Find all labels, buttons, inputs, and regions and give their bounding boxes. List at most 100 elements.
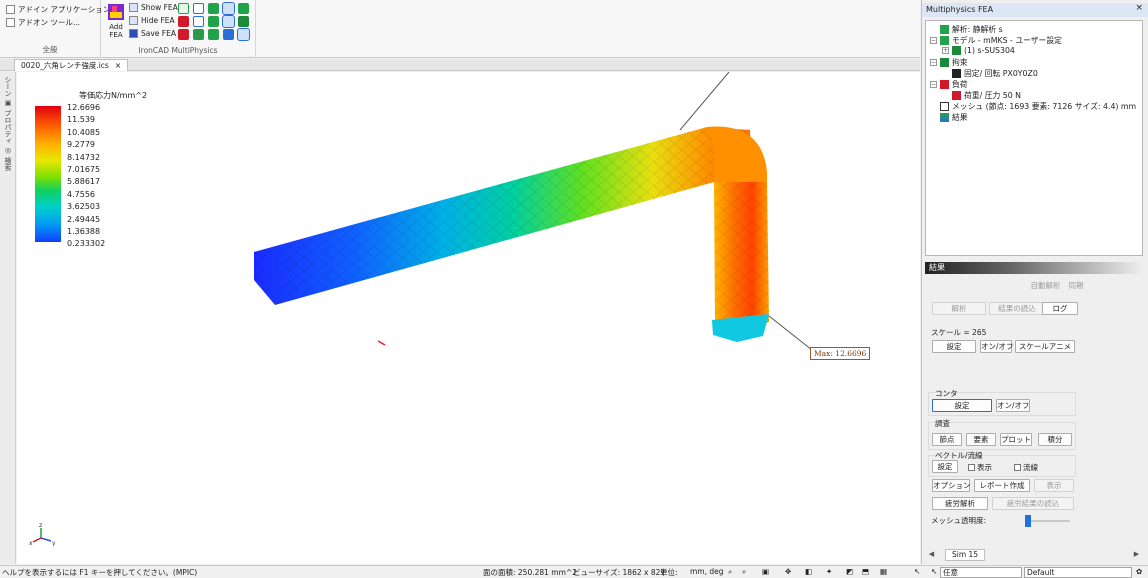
light-icon[interactable]: ✦ (826, 567, 832, 576)
analysis-tree[interactable]: 解析: 静解析 s − モデル - mMKS - ユーザー設定 + (1) s-… (925, 20, 1143, 256)
add-fea-button[interactable]: Add FEA (105, 3, 127, 39)
mesh-transparency-slider-track (1030, 520, 1070, 522)
section-view-icon[interactable]: ⬒ (862, 567, 869, 576)
close-icon[interactable]: × (1135, 3, 1143, 13)
hide-fea-button[interactable]: Hide FEA (129, 16, 175, 25)
selection-mode-select[interactable]: 任意 (940, 567, 1022, 578)
elements-button[interactable]: 要素 (966, 433, 996, 446)
fatigue-button[interactable]: 疲労解析 (932, 497, 988, 510)
auto-analysis-button[interactable]: 自動解析 (1027, 280, 1064, 293)
tree-node-mesh[interactable]: メッシュ (節点: 1693 要素: 7126 サイズ: 4.4) mm (940, 101, 1136, 112)
top-leader-line (679, 72, 730, 131)
integral-button[interactable]: 積分 (1038, 433, 1072, 446)
scale-anim-button[interactable]: スケールアニメ (1015, 340, 1075, 353)
collapse-icon[interactable]: − (930, 81, 937, 88)
tree-node-loads[interactable]: − 負荷 (930, 79, 968, 90)
shading-icon[interactable]: ◩ (846, 567, 853, 576)
expand-icon[interactable]: + (942, 47, 949, 54)
legend-value: 9.2779 (67, 140, 95, 150)
save-fea-button[interactable]: Save FEA (129, 29, 176, 38)
display-mode-icon[interactable]: ◧ (805, 567, 812, 576)
section-icon[interactable] (222, 15, 235, 28)
mesh-transparency-slider[interactable] (1025, 515, 1031, 527)
scale-onoff-button[interactable]: オン/オフ (980, 340, 1014, 353)
solid-view-icon[interactable] (193, 3, 204, 14)
style-select[interactable]: Default (1024, 567, 1132, 578)
status-units-value: mm, deg (690, 567, 724, 576)
pressure-icon (952, 91, 961, 100)
show-fea-button[interactable]: Show FEA (129, 3, 178, 12)
select-icon[interactable]: ↖ (931, 567, 937, 576)
view-icon[interactable] (223, 29, 234, 40)
tree-node-analysis[interactable]: 解析: 静解析 s (940, 24, 1003, 35)
document-tab[interactable]: 0020_六角レンチ強度.ics × (14, 59, 129, 71)
material-icon (952, 46, 961, 55)
analyze-button[interactable]: 解析 (932, 302, 986, 315)
material-icon[interactable] (208, 16, 219, 27)
tree-node-results[interactable]: 結果 (940, 112, 968, 123)
tree-node-model[interactable]: − モデル - mMKS - ユーザー設定 (930, 35, 1062, 46)
streamline-checkbox-label: 流線 (1023, 463, 1038, 472)
panel-title: Multiphysics FEA (922, 3, 1148, 17)
load-results-button[interactable]: 結果の読込 (989, 302, 1045, 315)
result-view-icon[interactable] (238, 3, 249, 14)
hide-fea-label: Hide FEA (141, 16, 175, 25)
deform-view-icon[interactable] (208, 3, 219, 14)
load-icon[interactable] (178, 16, 189, 27)
axis-x-label: x (29, 540, 33, 546)
zoom-out-icon[interactable]: ⌕ (742, 567, 746, 577)
tree-node-fixed[interactable]: 固定/ 回転 PX0Y0Z0 (952, 68, 1038, 79)
sim-tab[interactable]: Sim 15 (945, 549, 986, 561)
options-button[interactable]: オプション (932, 479, 971, 492)
view-orient-icon[interactable]: ▣ (762, 567, 769, 576)
legend-value: 8.14732 (67, 152, 101, 162)
render-icon[interactable] (237, 28, 250, 41)
cube-view-icon[interactable]: ▦ (880, 567, 887, 576)
display-checkbox-box[interactable] (968, 464, 975, 471)
max-stress-label: Max: 12.6696 (810, 347, 871, 360)
contour-onoff-button[interactable]: オン/オフ (996, 399, 1030, 412)
log-button[interactable]: ログ (1042, 302, 1078, 315)
settings-icon[interactable]: ✿ (1136, 567, 1142, 576)
pan-icon[interactable]: ✥ (785, 567, 791, 576)
contour-view-icon[interactable] (222, 2, 235, 15)
3d-viewport[interactable]: 等価応力N/mm^2 12.6696 11.539 10.4085 9.2779… (17, 72, 920, 564)
nodes-button[interactable]: 節点 (932, 433, 962, 446)
contour-label: コンタ (935, 389, 958, 398)
plot-button[interactable]: プロット (1000, 433, 1032, 446)
group-general-caption: 全般 (42, 45, 58, 54)
streamline-checkbox[interactable]: 流線 (1014, 462, 1038, 473)
legend-value: 7.01675 (67, 164, 101, 174)
scale-settings-button[interactable]: 設定 (932, 340, 976, 353)
tree-node-material[interactable]: + (1) s-SUS304 (942, 46, 1015, 55)
left-side-panel-tabs[interactable]: シーン ▣ プロパティ ◎ 検索 (0, 72, 16, 564)
group-multiphysics-caption: IronCAD MultiPhysics (138, 46, 218, 55)
cursor-icon[interactable]: ↖ (914, 567, 920, 576)
close-icon[interactable]: × (115, 61, 121, 70)
check-icon[interactable] (193, 29, 204, 40)
mesh-view-icon[interactable] (178, 3, 189, 14)
copy-icon[interactable] (208, 29, 219, 40)
export-icon[interactable] (178, 29, 189, 40)
streamline-checkbox-box[interactable] (1014, 464, 1021, 471)
scroll-left-icon[interactable]: ◀ (927, 550, 936, 560)
tree-node-pressure[interactable]: 荷重/ 圧力 50 N (952, 90, 1021, 101)
origin-marker (377, 340, 386, 346)
contour-settings-button[interactable]: 設定 (932, 399, 992, 412)
show-button[interactable]: 表示 (1034, 479, 1074, 492)
report-button[interactable]: レポート作成 (974, 479, 1030, 492)
scroll-right-icon[interactable]: ▶ (1132, 550, 1141, 560)
tree-node-constraints[interactable]: − 拘束 (930, 57, 968, 68)
legend-value: 1.36388 (67, 226, 101, 236)
display-checkbox[interactable]: 表示 (968, 462, 992, 473)
addin-tool-button[interactable]: アドオン ツール... (6, 17, 80, 28)
hide-fea-icon (129, 16, 138, 25)
constraint-icon[interactable] (193, 16, 204, 27)
load-fatigue-button[interactable]: 疲労結果の読込 (992, 497, 1074, 510)
zoom-icon[interactable]: ⌕ (728, 567, 732, 577)
collapse-icon[interactable]: − (930, 59, 937, 66)
vector-settings-button[interactable]: 設定 (932, 460, 958, 473)
probe-icon[interactable] (238, 16, 249, 27)
sync-button[interactable]: 同期 (1066, 280, 1086, 293)
collapse-icon[interactable]: − (930, 37, 937, 44)
